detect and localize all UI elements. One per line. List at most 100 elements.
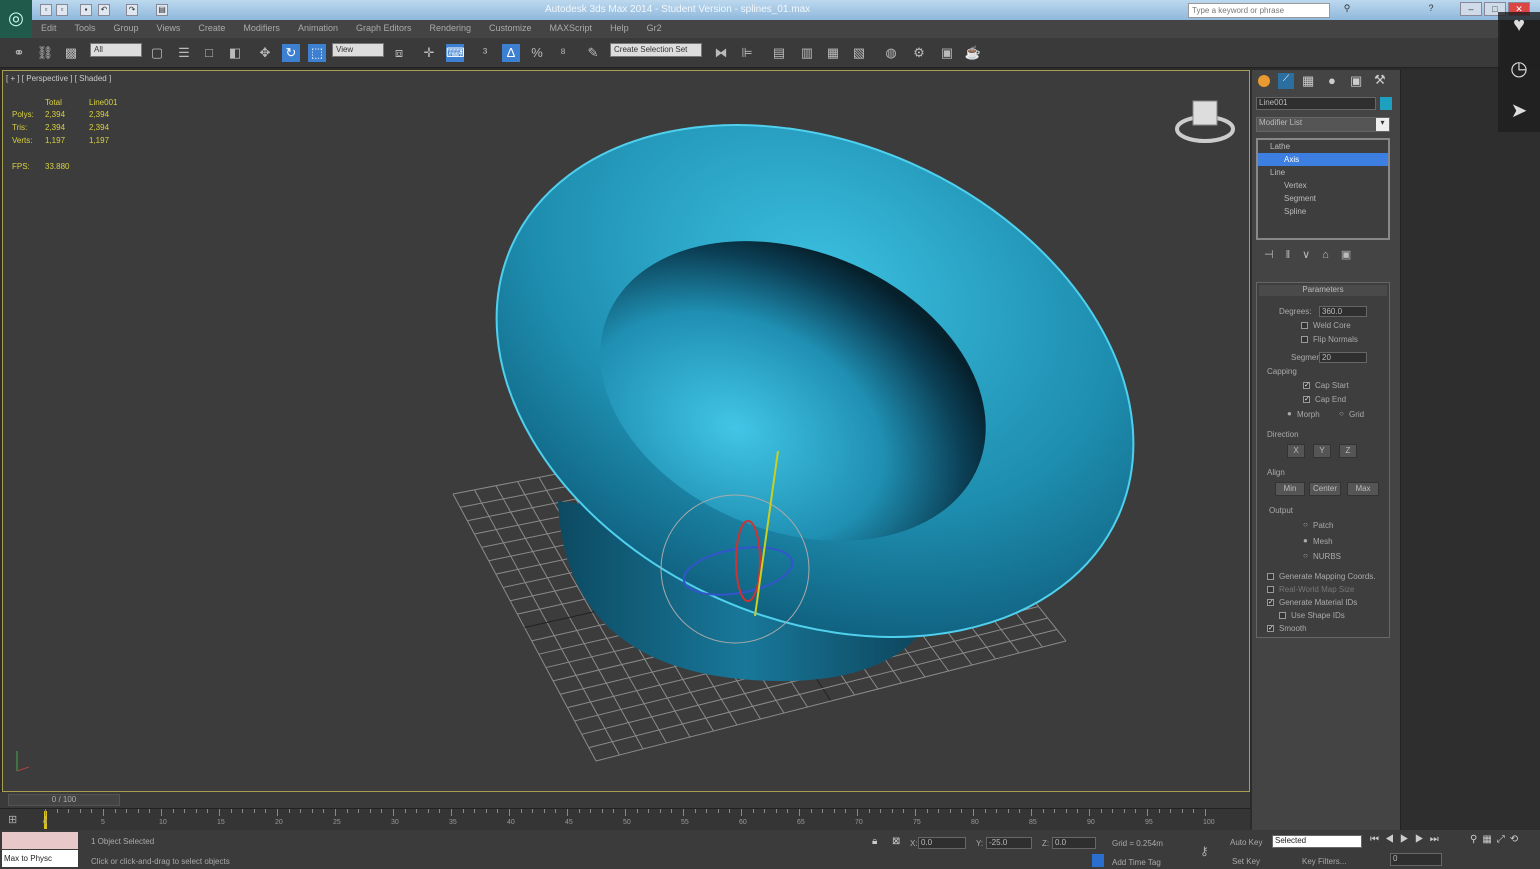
snap-toggle-icon[interactable]: ³ — [476, 44, 494, 62]
nurbs-radio[interactable]: ○ — [1303, 551, 1308, 560]
menu-modifiers[interactable]: Modifiers — [234, 20, 289, 38]
mini-curve-editor-icon[interactable]: ⊞ — [8, 813, 17, 826]
curve-editor-icon[interactable]: ▦ — [824, 44, 842, 62]
create-tab-icon[interactable] — [1258, 75, 1270, 87]
key-icon[interactable]: ⚷ — [1200, 844, 1209, 858]
window-crossing-icon[interactable]: ◧ — [226, 44, 244, 62]
viewport-navigation-controls[interactable]: ⚲▦⤢⟲ — [1470, 834, 1523, 845]
stack-item[interactable]: Lathe — [1258, 140, 1388, 153]
x-coordinate-field[interactable]: 0.0 — [918, 837, 966, 849]
time-tag-icon[interactable] — [1092, 854, 1104, 867]
modify-tab-icon[interactable]: ⟋ — [1278, 73, 1294, 89]
real-world-checkbox[interactable] — [1267, 586, 1274, 593]
menu-edit[interactable]: Edit — [32, 20, 66, 38]
new-icon[interactable]: ▫ — [40, 4, 52, 16]
track-bar[interactable]: ⊞ 0 5 10 15 20 25 30 35 40 45 50 55 60 65 70 75 80 85 90 95… — [0, 808, 1250, 830]
selection-filter-dropdown[interactable]: All — [90, 43, 142, 57]
link-icon[interactable]: ⚭ — [10, 44, 28, 62]
morph-radio[interactable]: ● — [1287, 409, 1292, 418]
hierarchy-tab-icon[interactable]: ▦ — [1302, 73, 1314, 89]
viewport-label[interactable]: [ + ] [ Perspective ] [ Shaded ] — [6, 74, 111, 83]
y-coordinate-field[interactable]: -25.0 — [986, 837, 1032, 849]
angle-snap-icon[interactable]: ∆ — [502, 44, 520, 62]
app-logo-button[interactable]: ◎ — [0, 0, 32, 38]
add-time-tag-button[interactable]: Add Time Tag — [1112, 858, 1161, 867]
generate-material-ids-checkbox[interactable]: ✓ — [1267, 599, 1274, 606]
maxscript-listener[interactable]: Max to Physc — [2, 850, 78, 867]
align-icon[interactable]: ⊫ — [738, 44, 756, 62]
cap-end-checkbox[interactable]: ✓ — [1303, 396, 1310, 403]
search-input[interactable]: Type a keyword or phrase — [1188, 3, 1330, 18]
modifier-list-dropdown[interactable]: Modifier List ▾ — [1256, 117, 1390, 132]
patch-radio[interactable]: ○ — [1303, 520, 1308, 529]
manipulate-icon[interactable]: ✛ — [420, 44, 438, 62]
key-mode-dropdown[interactable]: Selected — [1272, 835, 1362, 848]
menu-group[interactable]: Group — [105, 20, 148, 38]
degrees-spinner[interactable]: 360.0 — [1319, 306, 1367, 317]
parameters-rollout-header[interactable]: Parameters — [1259, 285, 1387, 296]
move-icon[interactable]: ✥ — [256, 44, 274, 62]
rotate-icon[interactable]: ↻ — [282, 44, 300, 62]
reference-coordinate-dropdown[interactable]: View — [332, 43, 384, 57]
stack-item[interactable]: Axis — [1258, 153, 1388, 166]
material-editor-icon[interactable]: ◍ — [882, 44, 900, 62]
stack-tools[interactable]: ⊣‖∨⌂▣ — [1264, 248, 1363, 261]
save-icon[interactable]: ▪ — [80, 4, 92, 16]
menu-customize[interactable]: Customize — [480, 20, 541, 38]
maxscript-listener-top[interactable] — [2, 832, 78, 849]
utilities-tab-icon[interactable]: ⚒ — [1374, 72, 1386, 88]
perspective-viewport[interactable] — [2, 70, 1250, 792]
menu-create[interactable]: Create — [189, 20, 234, 38]
cap-start-checkbox[interactable]: ✓ — [1303, 382, 1310, 389]
stack-item[interactable]: Segment — [1258, 192, 1388, 205]
named-selection-dropdown[interactable]: Create Selection Set — [610, 43, 702, 57]
menu-tools[interactable]: Tools — [66, 20, 105, 38]
pivot-icon[interactable]: ⧈ — [390, 44, 408, 62]
schematic-view-icon[interactable]: ▧ — [850, 44, 868, 62]
rectangular-selection-icon[interactable]: □ — [200, 44, 218, 62]
render-icon[interactable]: ☕ — [964, 44, 982, 62]
bind-space-warp-icon[interactable]: ▩ — [62, 44, 80, 62]
layer-manager-icon[interactable]: ▤ — [770, 44, 788, 62]
generate-mapping-checkbox[interactable] — [1267, 573, 1274, 580]
edit-named-selection-icon[interactable]: ✎ — [584, 44, 602, 62]
select-by-name-icon[interactable]: ☰ — [175, 44, 193, 62]
align-center-button[interactable]: Center — [1309, 482, 1341, 496]
weld-core-checkbox[interactable] — [1301, 322, 1308, 329]
set-key-button[interactable]: Set Key — [1232, 857, 1260, 866]
flip-normals-checkbox[interactable] — [1301, 336, 1308, 343]
menu-help[interactable]: Help — [601, 20, 638, 38]
z-coordinate-field[interactable]: 0.0 — [1052, 837, 1096, 849]
grid-radio[interactable]: ○ — [1339, 409, 1344, 418]
redo-icon[interactable]: ↷ — [126, 4, 138, 16]
keyboard-shortcut-icon[interactable]: ⌨ — [446, 44, 465, 62]
menu-views[interactable]: Views — [148, 20, 190, 38]
stack-item[interactable]: Spline — [1258, 205, 1388, 218]
menu-maxscript[interactable]: MAXScript — [541, 20, 602, 38]
stack-item[interactable]: Line — [1258, 166, 1388, 179]
use-shape-ids-checkbox[interactable] — [1279, 612, 1286, 619]
direction-y-button[interactable]: Y — [1313, 444, 1331, 458]
stack-item[interactable]: Vertex — [1258, 179, 1388, 192]
send-icon[interactable]: ➤ — [1504, 98, 1534, 126]
motion-tab-icon[interactable]: ● — [1328, 73, 1336, 88]
menu-animation[interactable]: Animation — [289, 20, 347, 38]
percent-snap-icon[interactable]: % — [528, 44, 546, 62]
unlink-icon[interactable]: ⛓ — [36, 44, 54, 62]
viewcube[interactable] — [1175, 100, 1235, 143]
minimize-button[interactable]: – — [1460, 2, 1482, 16]
rendered-frame-icon[interactable]: ▣ — [938, 44, 956, 62]
render-setup-icon[interactable]: ⚙ — [910, 44, 928, 62]
open-icon[interactable]: ▫ — [56, 4, 68, 16]
infocenter-icon[interactable]: ⚲ — [1336, 2, 1358, 16]
object-color-swatch[interactable] — [1380, 97, 1392, 110]
menu-rendering[interactable]: Rendering — [421, 20, 481, 38]
spinner-snap-icon[interactable]: ⁸ — [554, 44, 572, 62]
heart-icon[interactable]: ♥ — [1504, 14, 1534, 42]
project-icon[interactable]: ▤ — [156, 4, 168, 16]
menu-gr2[interactable]: Gr2 — [638, 20, 671, 38]
lock-icon[interactable]: 🔒︎ — [872, 836, 877, 847]
menu-graph-editors[interactable]: Graph Editors — [347, 20, 421, 38]
graphite-ribbon-icon[interactable]: ▥ — [798, 44, 816, 62]
scale-icon[interactable]: ⬚ — [308, 44, 326, 62]
